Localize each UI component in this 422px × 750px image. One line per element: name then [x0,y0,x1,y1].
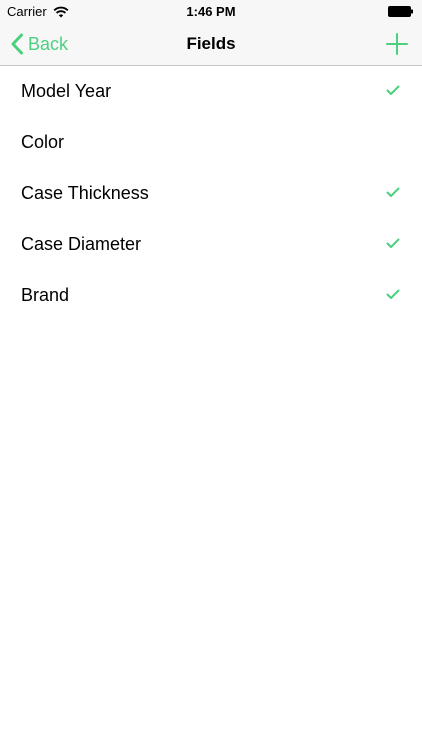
field-row-model-year[interactable]: Model Year [0,66,422,117]
field-label: Color [21,132,65,152]
field-label: Model Year [21,81,112,101]
checkmark-icon [386,289,400,299]
checkmark-icon [386,238,400,248]
add-icon[interactable] [384,31,410,57]
field-list: Model Year Color Case Thickness Case Dia… [0,66,422,321]
status-bar: Carrier 1:46 PM [0,0,422,22]
field-row-brand[interactable]: Brand [0,270,422,321]
checkmark-icon [386,85,400,95]
field-row-case-diameter[interactable]: Case Diameter [0,219,422,270]
checkmark-icon [386,187,400,197]
field-label: Case Diameter [21,234,142,254]
battery-icon [388,6,413,17]
page-title: Fields [186,34,236,53]
field-row-color[interactable]: Color [0,117,422,168]
field-row-case-thickness[interactable]: Case Thickness [0,168,422,219]
field-label: Brand [21,285,70,305]
field-label: Case Thickness [21,183,149,203]
navigation-bar: Back Fields [0,22,422,66]
status-time: 1:46 PM [186,4,236,19]
